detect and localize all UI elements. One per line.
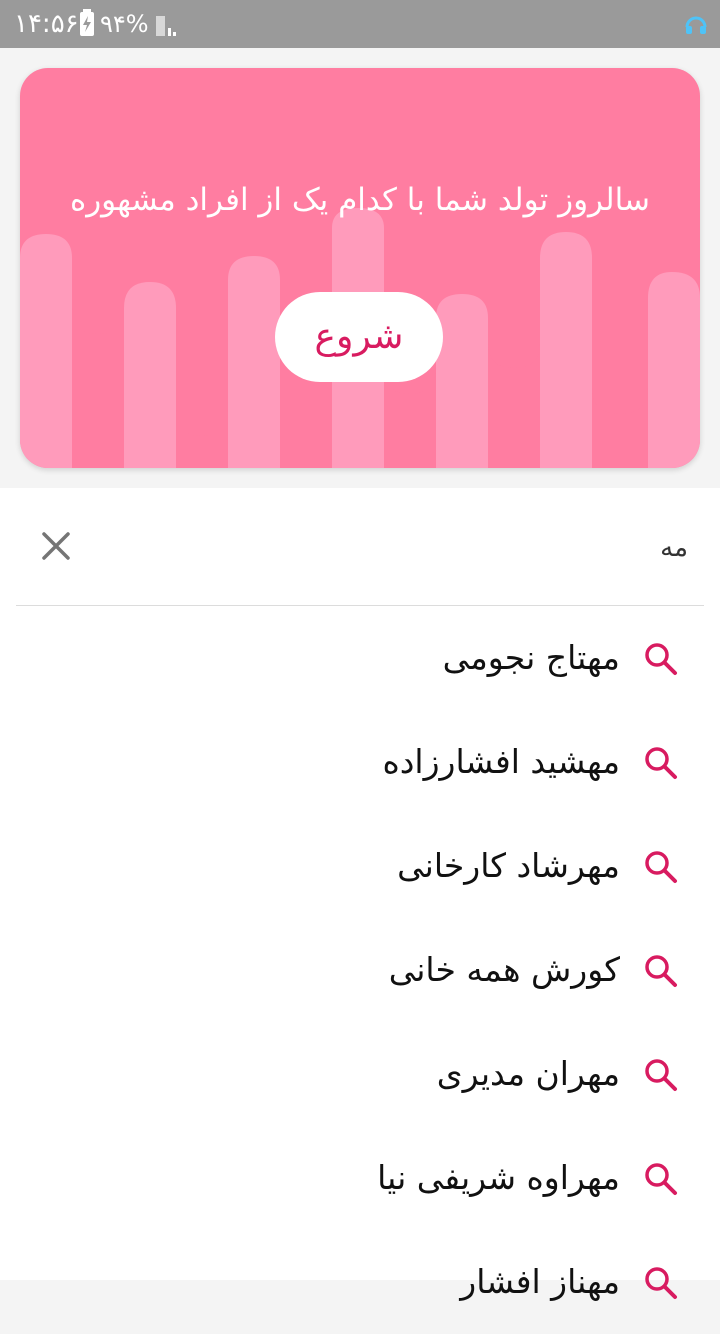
search-icon xyxy=(645,1059,677,1091)
banner-title: سالروز تولد شما با کدام یک از افراد مشهو… xyxy=(69,182,651,218)
search-icon xyxy=(645,851,677,883)
suggestion-label: کورش همه خانی xyxy=(388,950,620,989)
suggestion-item[interactable]: مهناز افشار xyxy=(0,1230,720,1334)
search-icon xyxy=(645,643,677,675)
search-icon xyxy=(645,1163,677,1195)
suggestion-item[interactable]: مهشید افشارزاده xyxy=(0,710,720,814)
headset-icon xyxy=(684,12,708,36)
suggestion-label: مهرشاد کارخانی xyxy=(397,846,620,885)
search-icon xyxy=(645,747,677,779)
suggestion-label: مهتاج نجومی xyxy=(442,638,620,677)
search-input[interactable] xyxy=(186,522,690,574)
status-bar: ۱۴:۵۶ ۹۴% xyxy=(0,0,720,48)
suggestion-label: مهشید افشارزاده xyxy=(382,742,620,781)
banner-card: سالروز تولد شما با کدام یک از افراد مشهو… xyxy=(20,68,700,468)
suggestion-item[interactable]: مهرشاد کارخانی xyxy=(0,814,720,918)
battery-icon xyxy=(80,9,94,36)
clear-search-button[interactable] xyxy=(36,526,76,566)
start-button[interactable]: شروع xyxy=(275,292,443,382)
suggestion-list: مهتاج نجومی مهشید افشارزاده مهرشاد کارخا… xyxy=(0,606,720,1334)
close-icon xyxy=(42,532,70,560)
suggestion-item[interactable]: مهراوه شریفی نیا xyxy=(0,1126,720,1230)
suggestion-item[interactable]: کورش همه خانی xyxy=(0,918,720,1022)
search-panel: مهتاج نجومی مهشید افشارزاده مهرشاد کارخا… xyxy=(0,488,720,1301)
search-bar xyxy=(0,488,720,606)
drips-decoration xyxy=(20,208,700,468)
battery-percent: ۹۴% xyxy=(100,10,149,38)
suggestion-label: مهراوه شریفی نیا xyxy=(377,1158,620,1197)
search-icon xyxy=(645,955,677,987)
suggestion-label: مهناز افشار xyxy=(460,1262,620,1301)
signal-icon xyxy=(156,12,180,38)
search-icon xyxy=(645,1267,677,1299)
suggestion-item[interactable]: مهتاج نجومی xyxy=(0,606,720,710)
status-time: ۱۴:۵۶ xyxy=(14,9,79,39)
suggestion-label: مهران مدیری xyxy=(436,1054,620,1093)
suggestion-item[interactable]: مهران مدیری xyxy=(0,1022,720,1126)
